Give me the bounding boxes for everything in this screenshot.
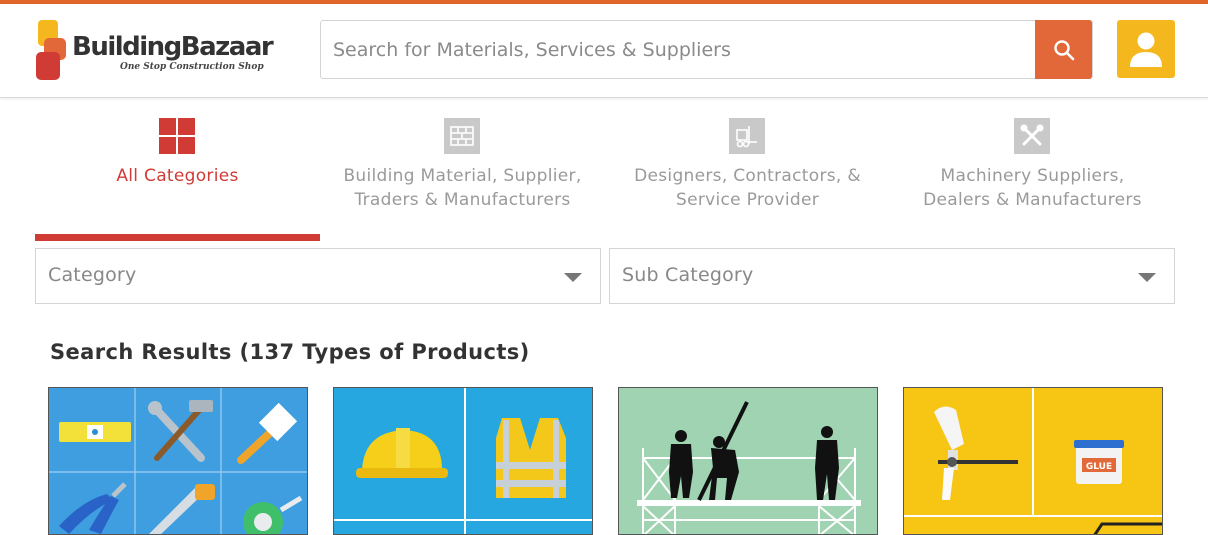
forklift-icon — [729, 118, 765, 154]
logo-mark-icon — [36, 20, 66, 80]
tab-label: All Categories — [116, 166, 239, 186]
search-button[interactable] — [1035, 20, 1092, 79]
tab-building-material[interactable]: Building Material, Supplier, Traders & Ma… — [320, 108, 605, 241]
product-card-adhesives[interactable]: GLUE — [903, 387, 1163, 535]
scaffolding-workers-image — [619, 388, 877, 534]
tab-label: Building Material, Supplier, Traders & Ma… — [343, 166, 582, 210]
tab-all-categories[interactable]: All Categories — [35, 108, 320, 241]
grid-icon — [159, 118, 195, 154]
brand-name: BuildingBazaar — [72, 32, 274, 62]
results-title: Search Results (137 Types of Products) — [50, 340, 530, 364]
sub-category-select-value: Sub Category — [622, 264, 754, 286]
search-input[interactable] — [321, 21, 1037, 78]
chevron-down-icon — [1138, 273, 1156, 282]
adhesives-image: GLUE — [904, 388, 1162, 534]
product-card-hand-tools[interactable] — [48, 387, 308, 535]
tab-label: Designers, Contractors, & Service Provide… — [634, 166, 861, 210]
tab-designers-contractors[interactable]: Designers, Contractors, & Service Provide… — [605, 108, 890, 241]
category-tabs: All Categories Building Material, Suppli… — [35, 108, 1175, 241]
user-icon — [1130, 32, 1162, 67]
brand-tagline: One Stop Construction Shop — [120, 62, 264, 72]
brick-wall-icon — [444, 118, 480, 154]
header: BuildingBazaar One Stop Construction Sho… — [0, 4, 1208, 98]
tab-machinery-suppliers[interactable]: Machinery Suppliers, Dealers & Manufactur… — [890, 108, 1175, 241]
product-card-safety-gear[interactable] — [333, 387, 593, 535]
active-tab-indicator — [35, 234, 320, 241]
category-select[interactable]: Category — [35, 248, 601, 304]
tools-icon — [1014, 118, 1050, 154]
sub-category-select[interactable]: Sub Category — [609, 248, 1175, 304]
user-account-button[interactable] — [1117, 20, 1175, 78]
search-icon — [1053, 39, 1074, 60]
hand-tools-image — [49, 388, 307, 534]
search-bar — [320, 20, 1093, 79]
safety-gear-image — [334, 388, 592, 534]
brand-logo[interactable]: BuildingBazaar One Stop Construction Sho… — [36, 16, 276, 86]
product-card-scaffolding[interactable] — [618, 387, 878, 535]
tab-label: Machinery Suppliers, Dealers & Manufactur… — [923, 166, 1142, 210]
category-select-value: Category — [48, 264, 137, 286]
glue-label: GLUE — [1086, 462, 1112, 472]
chevron-down-icon — [564, 273, 582, 282]
